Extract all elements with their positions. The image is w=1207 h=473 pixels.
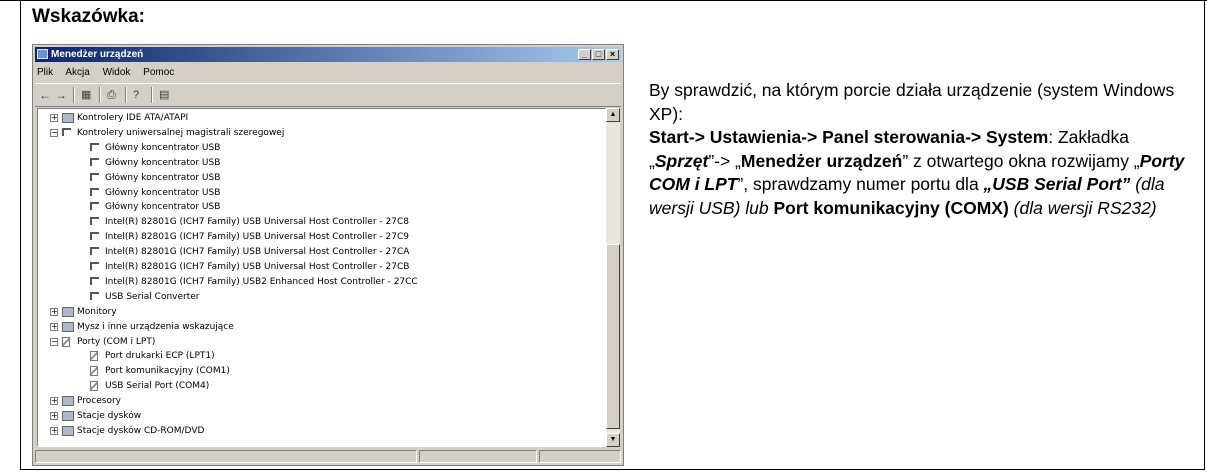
maximize-button[interactable]: □ <box>592 49 605 60</box>
usb-icon <box>90 247 99 256</box>
hint-text-part: ”, sprawdzamy numer portu dla <box>737 174 984 194</box>
tree-item-label: Monitory <box>77 306 117 317</box>
usb-icon <box>90 291 99 300</box>
hint-sprzet: Sprzęt <box>654 150 709 171</box>
status-pane <box>539 450 621 463</box>
port-icon <box>62 336 70 347</box>
collapse-icon[interactable]: − <box>50 128 58 137</box>
print-icon[interactable]: ⎙ <box>107 87 116 103</box>
device-tree[interactable]: + Kontrolery IDE ATA/ATAPI − Kontrolery uni… <box>37 108 606 447</box>
tree-item-label: Intel(R) 82801G (ICH7 Family) USB Univer… <box>105 247 410 258</box>
tree-item-label: USB Serial Converter <box>105 291 200 302</box>
hint-text-part: ” z otwartego okna rozwijamy „ <box>902 150 1140 171</box>
toolbar-separator <box>151 87 153 103</box>
menu-akcja[interactable]: Akcja <box>65 67 89 78</box>
hint-menedzer: Menedżer urządzeń <box>740 150 903 171</box>
tree-item-label: Kontrolery IDE ATA/ATAPI <box>77 113 189 123</box>
tree-item-label: Port komunikacyjny (COM1) <box>105 366 230 377</box>
properties-icon[interactable]: ▦ <box>81 87 91 103</box>
expand-icon[interactable]: + <box>50 412 58 420</box>
status-bar <box>35 449 621 464</box>
scroll-down-button[interactable]: ▼ <box>606 433 620 447</box>
tree-item-label: Główny koncentrator USB <box>105 142 221 153</box>
forward-arrow-icon[interactable]: → <box>55 87 67 103</box>
expand-icon[interactable]: + <box>50 114 58 122</box>
scan-hardware-icon[interactable]: ▤ <box>159 87 169 103</box>
device-manager-icon <box>37 49 48 59</box>
tree-item-label: Intel(R) 82801G (ICH7 Family) USB Univer… <box>105 262 410 272</box>
expand-icon[interactable]: + <box>50 322 58 331</box>
tree-item-label: Kontrolery uniwersalnej magistrali szere… <box>77 127 285 138</box>
scroll-up-button[interactable]: ▲ <box>606 108 620 122</box>
title-bar[interactable]: Menedżer urządzeń _ □ × <box>35 47 621 62</box>
port-icon <box>90 381 98 392</box>
help-icon[interactable]: ? <box>133 87 139 103</box>
tree-item-label: Port drukarki ECP (LPT1) <box>105 351 215 362</box>
scroll-thumb[interactable] <box>606 244 620 429</box>
tree-item-label: Stacje dysków <box>77 411 142 421</box>
ide-icon <box>62 113 74 123</box>
toolbar-separator <box>125 87 127 103</box>
cpu-icon <box>62 396 74 407</box>
device-manager-window: Menedżer urządzeń _ □ × Plik Akcja Widok… <box>32 44 624 466</box>
collapse-icon[interactable]: − <box>50 337 58 346</box>
usb-icon <box>90 157 99 166</box>
usb-icon <box>90 172 99 181</box>
tree-item-label: Główny koncentrator USB <box>105 187 221 198</box>
menu-widok[interactable]: Widok <box>103 67 131 78</box>
hint-path: Start-> Ustawienia-> Panel sterowania-> … <box>649 127 1049 147</box>
hint-rs-note: (dla wersji RS232) <box>1008 197 1157 218</box>
usb-icon <box>90 276 99 285</box>
menu-bar: Plik Akcja Widok Pomoc <box>37 65 184 81</box>
expand-icon[interactable]: + <box>50 397 58 406</box>
port-icon <box>90 351 98 362</box>
window-title: Menedżer urządzeń <box>51 49 144 60</box>
heading: Wskazówka: <box>32 6 145 27</box>
mouse-icon <box>62 321 74 332</box>
tree-item-label: Procesory <box>77 396 121 407</box>
cdrom-icon <box>62 425 74 436</box>
hint-usb-serial: „USB Serial Port” <box>983 174 1131 194</box>
hint-text: By sprawdzić, na którym porcie działa ur… <box>649 79 1194 220</box>
usb-icon <box>90 232 99 241</box>
tree-item-label: Główny koncentrator USB <box>105 202 221 213</box>
monitor-icon <box>62 306 74 317</box>
status-pane <box>35 450 417 463</box>
tree-item-label: Główny koncentrator USB <box>105 172 221 183</box>
close-button[interactable]: × <box>606 49 619 60</box>
vertical-scrollbar[interactable]: ▲ ▼ <box>606 108 620 447</box>
tree-item-label: Porty (COM i LPT) <box>77 336 156 347</box>
tree-item-label: Mysz i inne urządzenia wskazujące <box>77 321 234 332</box>
usb-icon <box>90 142 99 151</box>
menu-pomoc[interactable]: Pomoc <box>143 67 174 78</box>
hint-text-part: ”-> „ <box>708 150 741 171</box>
tree-item-label: Intel(R) 82801G (ICH7 Family) USB Univer… <box>105 232 409 243</box>
minimize-button[interactable]: _ <box>578 49 591 60</box>
toolbar-separator <box>73 87 75 103</box>
usb-icon <box>62 127 71 136</box>
toolbar-separator <box>99 87 101 103</box>
usb-icon <box>90 187 99 196</box>
tree-item-label: Główny koncentrator USB <box>105 157 221 168</box>
hint-line1: By sprawdzić, na którym porcie działa ur… <box>649 80 1175 124</box>
back-arrow-icon[interactable]: ← <box>39 87 51 103</box>
tree-item-label: Intel(R) 82801G (ICH7 Family) USB2 Enhan… <box>105 276 418 287</box>
expand-icon[interactable]: + <box>50 426 58 435</box>
usb-icon <box>90 217 99 226</box>
tree-item-label: USB Serial Port (COM4) <box>105 381 210 392</box>
menu-plik[interactable]: Plik <box>37 67 53 78</box>
tree-item-label: Intel(R) 82801G (ICH7 Family) USB Univer… <box>105 217 409 228</box>
status-pane <box>419 450 537 463</box>
usb-icon <box>90 262 99 270</box>
disk-icon <box>62 411 74 421</box>
port-icon <box>90 366 98 377</box>
expand-icon[interactable]: + <box>50 307 58 316</box>
hint-port-kom: Port komunikacyjny (COMX) <box>773 197 1009 218</box>
toolbar: ← → ▦ ⎙ ? ▤ <box>35 83 621 107</box>
tree-item-label: Stacje dysków CD-ROM/DVD <box>77 425 205 436</box>
usb-icon <box>90 202 99 211</box>
